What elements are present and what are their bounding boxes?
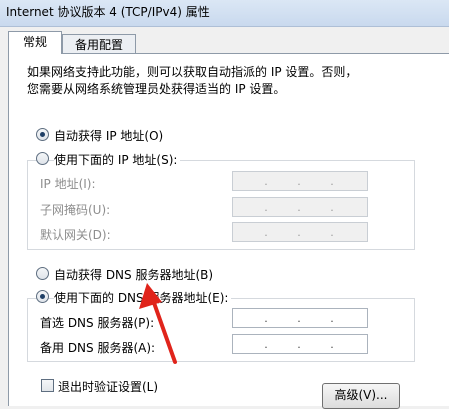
alternate-dns-label: 备用 DNS 服务器(A): [40,341,156,355]
validate-settings-checkbox[interactable] [41,379,54,392]
tab-alternate-configuration[interactable]: 备用配置 [62,34,136,55]
manual-dns-label[interactable]: 使用下面的 DNS 服务器地址(E): [54,289,232,306]
subnet-mask-label: 子网掩码(U): [40,203,111,217]
radio-auto-dns[interactable] [36,267,49,280]
tab-general[interactable]: 常规 [8,31,62,54]
preferred-dns-input[interactable]: ... [232,308,368,328]
radio-manual-ip[interactable] [36,152,49,165]
subnet-mask-input[interactable]: ... [232,197,368,217]
description-line-2: 您需要从网络系统管理员处获得适当的 IP 设置。 [27,82,286,96]
title-bar: Internet 协议版本 4 (TCP/IPv4) 属性 [0,0,449,27]
advanced-button[interactable]: 高级(V)... [322,383,400,409]
default-gateway-label: 默认网关(D): [40,228,111,242]
description-line-1: 如果网络支持此功能，则可以获取自动指派的 IP 设置。否则， [27,65,358,79]
auto-ip-label[interactable]: 自动获得 IP 地址(O) [54,127,163,144]
default-gateway-input[interactable]: ... [232,222,368,242]
ip-address-input[interactable]: ... [232,171,368,191]
auto-dns-label[interactable]: 自动获得 DNS 服务器地址(B) [54,266,213,283]
manual-ip-label[interactable]: 使用下面的 IP 地址(S): [54,151,181,168]
radio-manual-dns[interactable] [36,290,49,303]
preferred-dns-label: 首选 DNS 服务器(P): [40,316,155,330]
ip-address-label: IP 地址(I): [40,177,96,191]
window-title: Internet 协议版本 4 (TCP/IPv4) 属性 [6,5,210,19]
validate-settings-label[interactable]: 退出时验证设置(L) [58,378,158,395]
radio-auto-ip[interactable] [36,128,49,141]
alternate-dns-input[interactable]: ... [232,334,368,354]
